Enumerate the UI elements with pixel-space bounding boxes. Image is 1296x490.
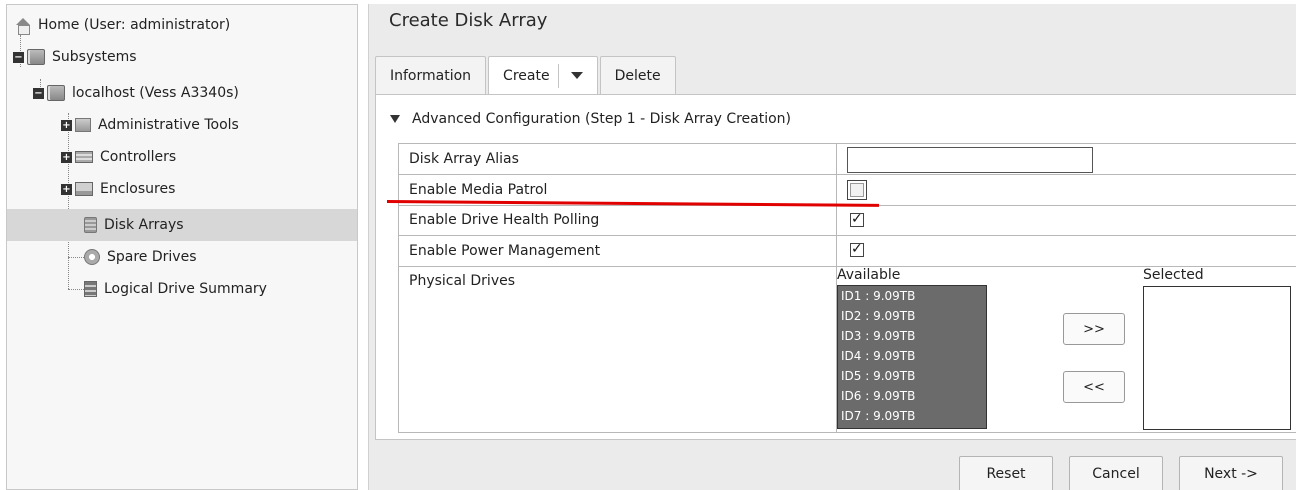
- tree-item-enclosures-label: Enclosures: [100, 181, 176, 197]
- health-polling-label: Enable Drive Health Polling: [409, 212, 600, 228]
- tree-connector: [68, 257, 84, 258]
- list-item[interactable]: ID5 : 9.09TB: [838, 366, 986, 386]
- power-management-checkbox[interactable]: [850, 241, 864, 257]
- collapse-icon[interactable]: −: [33, 87, 44, 99]
- tab-bar: Information Create Delete: [375, 56, 678, 94]
- column-divider: [836, 236, 837, 266]
- list-item[interactable]: ID1 : 9.09TB: [838, 286, 986, 306]
- tools-icon: [75, 118, 91, 132]
- tree-item-subsystems[interactable]: − Subsystems: [13, 45, 137, 69]
- row-physical-drives: Physical Drives Available Selected ID1 :…: [398, 267, 1296, 433]
- media-patrol-label: Enable Media Patrol: [409, 182, 548, 198]
- collapse-icon[interactable]: −: [13, 51, 24, 63]
- tree-item-logical-drive-summary[interactable]: Logical Drive Summary: [84, 277, 267, 301]
- list-item[interactable]: ID4 : 9.09TB: [838, 346, 986, 366]
- chevron-down-icon[interactable]: [570, 72, 583, 79]
- list-item[interactable]: ID6 : 9.09TB: [838, 386, 986, 406]
- tree-item-administrative-tools-label: Administrative Tools: [98, 117, 239, 133]
- logical-drive-icon: [84, 281, 97, 297]
- navigation-tree: Home (User: administrator) − Subsystems …: [6, 4, 358, 490]
- remove-drive-button[interactable]: <<: [1063, 371, 1125, 403]
- tab-create[interactable]: Create: [488, 56, 598, 94]
- home-icon: [15, 17, 31, 35]
- expand-icon[interactable]: +: [61, 151, 72, 163]
- tab-information-label: Information: [390, 67, 472, 84]
- tree-connector: [68, 113, 69, 289]
- list-item[interactable]: ID2 : 9.09TB: [838, 306, 986, 326]
- health-polling-checkbox[interactable]: [850, 211, 864, 227]
- tree-item-disk-arrays-label: Disk Arrays: [104, 217, 184, 233]
- row-enable-drive-health-polling: Enable Drive Health Polling: [398, 206, 1296, 236]
- tab-information[interactable]: Information: [375, 56, 487, 94]
- alias-label: Disk Array Alias: [409, 151, 519, 167]
- disk-array-icon: [84, 217, 97, 233]
- create-form-panel: Advanced Configuration (Step 1 - Disk Ar…: [375, 94, 1296, 440]
- page-title: Create Disk Array: [389, 10, 548, 31]
- tree-item-spare-drives[interactable]: Spare Drives: [84, 245, 196, 269]
- power-management-label: Enable Power Management: [409, 243, 601, 259]
- add-drive-button[interactable]: >>: [1063, 313, 1125, 345]
- tree-item-logical-drive-summary-label: Logical Drive Summary: [104, 281, 267, 297]
- tree-item-controllers-label: Controllers: [100, 149, 177, 165]
- selected-drives-label: Selected: [1143, 267, 1204, 283]
- cancel-button[interactable]: Cancel: [1069, 456, 1163, 490]
- media-patrol-checkbox[interactable]: [850, 183, 864, 197]
- tree-connector: [68, 289, 84, 290]
- tree-item-controllers[interactable]: + Controllers: [61, 145, 176, 169]
- reset-button[interactable]: Reset: [959, 456, 1053, 490]
- tab-create-label: Create: [503, 67, 550, 84]
- available-drives-label: Available: [837, 267, 901, 283]
- row-disk-array-alias: Disk Array Alias: [398, 144, 1296, 175]
- tab-delete[interactable]: Delete: [599, 56, 676, 94]
- storage-system-icon: [47, 85, 65, 101]
- selected-drives-list[interactable]: [1143, 286, 1291, 430]
- list-item[interactable]: ID3 : 9.09TB: [838, 326, 986, 346]
- list-item[interactable]: ID7 : 9.09TB: [838, 406, 986, 426]
- next-button[interactable]: Next ->: [1179, 456, 1283, 490]
- tree-item-localhost-label: localhost (Vess A3340s): [72, 85, 239, 101]
- tree-item-disk-arrays[interactable]: Disk Arrays: [7, 209, 357, 241]
- enclosure-icon: [75, 182, 93, 196]
- settings-grid: Disk Array Alias Enable Media Patrol Ena…: [398, 143, 1296, 433]
- column-divider: [836, 206, 837, 235]
- tab-delete-label: Delete: [614, 67, 661, 84]
- column-divider: [836, 144, 837, 174]
- available-drives-list[interactable]: ID1 : 9.09TB ID2 : 9.09TB ID3 : 9.09TB I…: [837, 285, 987, 429]
- row-enable-power-management: Enable Power Management: [398, 236, 1296, 267]
- physical-drives-label: Physical Drives: [409, 273, 516, 289]
- spare-drive-icon: [84, 249, 100, 265]
- tree-item-home[interactable]: Home (User: administrator): [15, 13, 230, 37]
- tree-item-home-label: Home (User: administrator): [38, 17, 231, 33]
- section-header[interactable]: Advanced Configuration (Step 1 - Disk Ar…: [390, 111, 791, 127]
- tree-item-administrative-tools[interactable]: + Administrative Tools: [61, 113, 239, 137]
- tree-item-enclosures[interactable]: + Enclosures: [61, 177, 175, 201]
- column-divider: [836, 175, 837, 205]
- tree-item-spare-drives-label: Spare Drives: [107, 249, 197, 265]
- tab-divider: [557, 63, 559, 88]
- tree-item-subsystems-label: Subsystems: [52, 49, 137, 65]
- disk-array-alias-input[interactable]: [847, 147, 1093, 173]
- controller-icon: [75, 151, 93, 163]
- main-panel: Create Disk Array Information Create Del…: [368, 4, 1296, 490]
- collapse-triangle-icon[interactable]: [390, 115, 400, 123]
- expand-icon[interactable]: +: [61, 183, 72, 195]
- section-title: Advanced Configuration (Step 1 - Disk Ar…: [412, 111, 792, 127]
- subsystem-icon: [27, 49, 45, 65]
- tree-item-localhost[interactable]: − localhost (Vess A3340s): [33, 81, 239, 105]
- expand-icon[interactable]: +: [61, 119, 72, 131]
